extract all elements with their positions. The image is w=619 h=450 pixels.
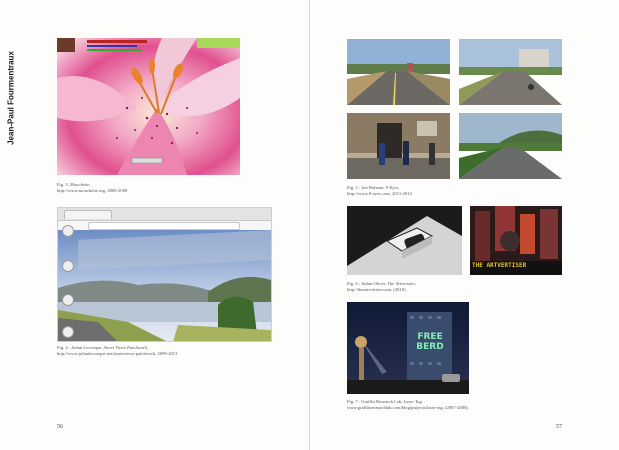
figure-7-image: FREE BERD [347, 302, 469, 394]
browser-tab [64, 210, 112, 219]
figure-3-image [57, 38, 240, 175]
figure-4-image [57, 207, 272, 342]
page-number-left: 56 [57, 424, 63, 430]
author-running-head: Jean-Paul Fourmentraux [6, 51, 16, 145]
figure-6-image-b: THE ARTVERTISER [470, 206, 562, 275]
browser-toolbar [58, 208, 271, 221]
artvertiser-sign-text: THE ARTVERTISER [472, 262, 527, 269]
page-number-right: 57 [556, 424, 562, 430]
figure-5-caption: Fig. 5 : Jon Rafman, 9-Eyes, http://www.… [347, 185, 412, 196]
right-page: Fig. 5 : Jon Rafman, 9-Eyes, http://www.… [310, 0, 619, 450]
figure-6-image-a [347, 206, 462, 275]
figure-7-caption: Fig. 7 : Graffiti Research Lab, Laser Ta… [347, 399, 468, 410]
figure-5-image-c [347, 113, 450, 179]
left-page: Jean-Paul Fourmentraux Fig. 3. Mouchette… [0, 0, 309, 450]
figure-3-caption: Fig. 3. Mouchette, http://www.mouchette.… [57, 182, 128, 193]
figure-4-caption: Fig. 4 : Julian Lecoeque, Street Views P… [57, 345, 178, 356]
figure-6-caption: Fig. 6 : Julian Oliver, The Artvertiser,… [347, 281, 416, 292]
figure-5-image-a [347, 39, 450, 105]
graffiti-projection-text: FREE BERD [416, 332, 444, 352]
streetview-pan-control[interactable] [62, 260, 74, 272]
streetview-zoom-control[interactable] [62, 294, 74, 306]
streetview-pegman-control[interactable] [62, 326, 74, 338]
streetview-compass-control[interactable] [62, 225, 74, 237]
figure-5-image-b [459, 39, 562, 105]
figure-5-image-d [459, 113, 562, 179]
browser-address-bar [88, 222, 240, 230]
